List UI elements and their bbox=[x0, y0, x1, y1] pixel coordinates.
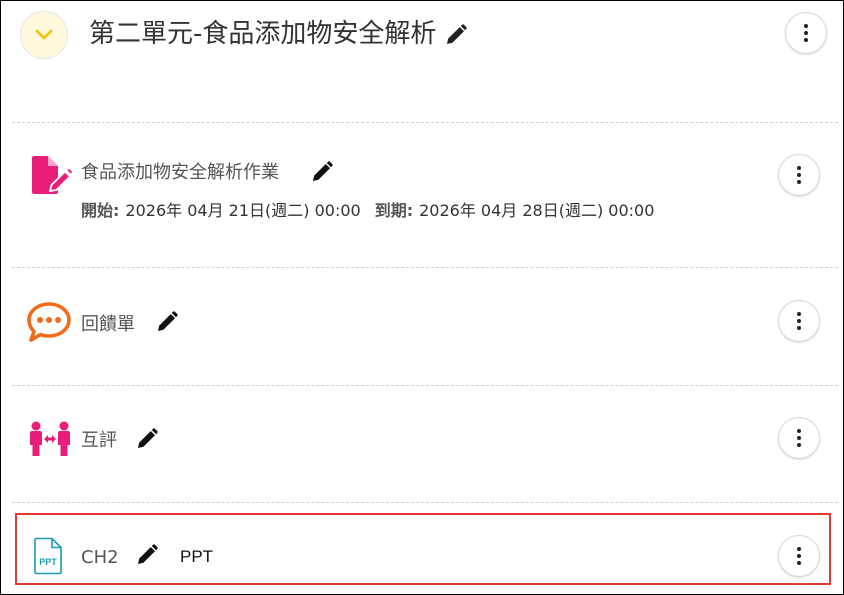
more-vertical-icon bbox=[804, 24, 808, 42]
more-vertical-icon bbox=[797, 429, 801, 447]
svg-text:PPT: PPT bbox=[39, 557, 57, 567]
peer-review-more-button[interactable] bbox=[778, 417, 820, 459]
pencil-icon bbox=[447, 24, 467, 44]
chat-bubble-icon bbox=[26, 301, 72, 343]
collapse-unit-button[interactable] bbox=[20, 11, 68, 59]
course-unit-panel: 第二單元-食品添加物安全解析 食品添加物安全解析作業 開始: 2026年 04月 … bbox=[0, 0, 844, 595]
assignment-dates: 開始: 2026年 04月 21日(週二) 00:00 到期: 2026年 04月 2… bbox=[81, 200, 668, 222]
divider bbox=[12, 267, 838, 268]
due-date-value: 2026年 04月 28日(週二) 00:00 bbox=[419, 201, 655, 220]
edit-feedback-button[interactable] bbox=[155, 310, 179, 334]
start-date-value: 2026年 04月 21日(週二) 00:00 bbox=[125, 201, 361, 220]
feedback-more-button[interactable] bbox=[778, 300, 820, 342]
assignment-title[interactable]: 食品添加物安全解析作業 bbox=[81, 161, 279, 185]
pencil-icon bbox=[138, 428, 158, 448]
more-vertical-icon bbox=[797, 312, 801, 330]
assignment-more-button[interactable] bbox=[778, 154, 820, 196]
file-type-tag: PPT bbox=[180, 547, 214, 566]
unit-more-button[interactable] bbox=[785, 12, 827, 54]
ppt-title[interactable]: CH2 bbox=[81, 546, 119, 570]
edit-peer-review-button[interactable] bbox=[135, 427, 159, 451]
peer-review-icon bbox=[28, 419, 72, 459]
more-vertical-icon bbox=[797, 547, 801, 565]
edit-ppt-button[interactable] bbox=[135, 543, 159, 567]
due-date-label: 到期: bbox=[374, 201, 414, 220]
document-edit-icon bbox=[28, 155, 76, 195]
pencil-icon bbox=[158, 311, 178, 331]
feedback-title[interactable]: 回饋單 bbox=[81, 313, 135, 337]
more-vertical-icon bbox=[797, 166, 801, 184]
divider bbox=[12, 385, 838, 386]
divider bbox=[12, 502, 838, 503]
edit-assignment-button[interactable] bbox=[310, 160, 334, 184]
start-date-label: 開始: bbox=[81, 201, 120, 220]
pencil-icon bbox=[138, 544, 158, 564]
chevron-down-icon bbox=[35, 29, 53, 40]
ppt-file-icon: PPT bbox=[31, 537, 65, 575]
ppt-more-button[interactable] bbox=[778, 535, 820, 577]
divider bbox=[12, 122, 838, 123]
pencil-icon bbox=[313, 161, 333, 181]
peer-review-title[interactable]: 互評 bbox=[81, 429, 117, 453]
edit-unit-title-button[interactable] bbox=[443, 22, 469, 48]
unit-title: 第二單元-食品添加物安全解析 bbox=[89, 19, 437, 49]
